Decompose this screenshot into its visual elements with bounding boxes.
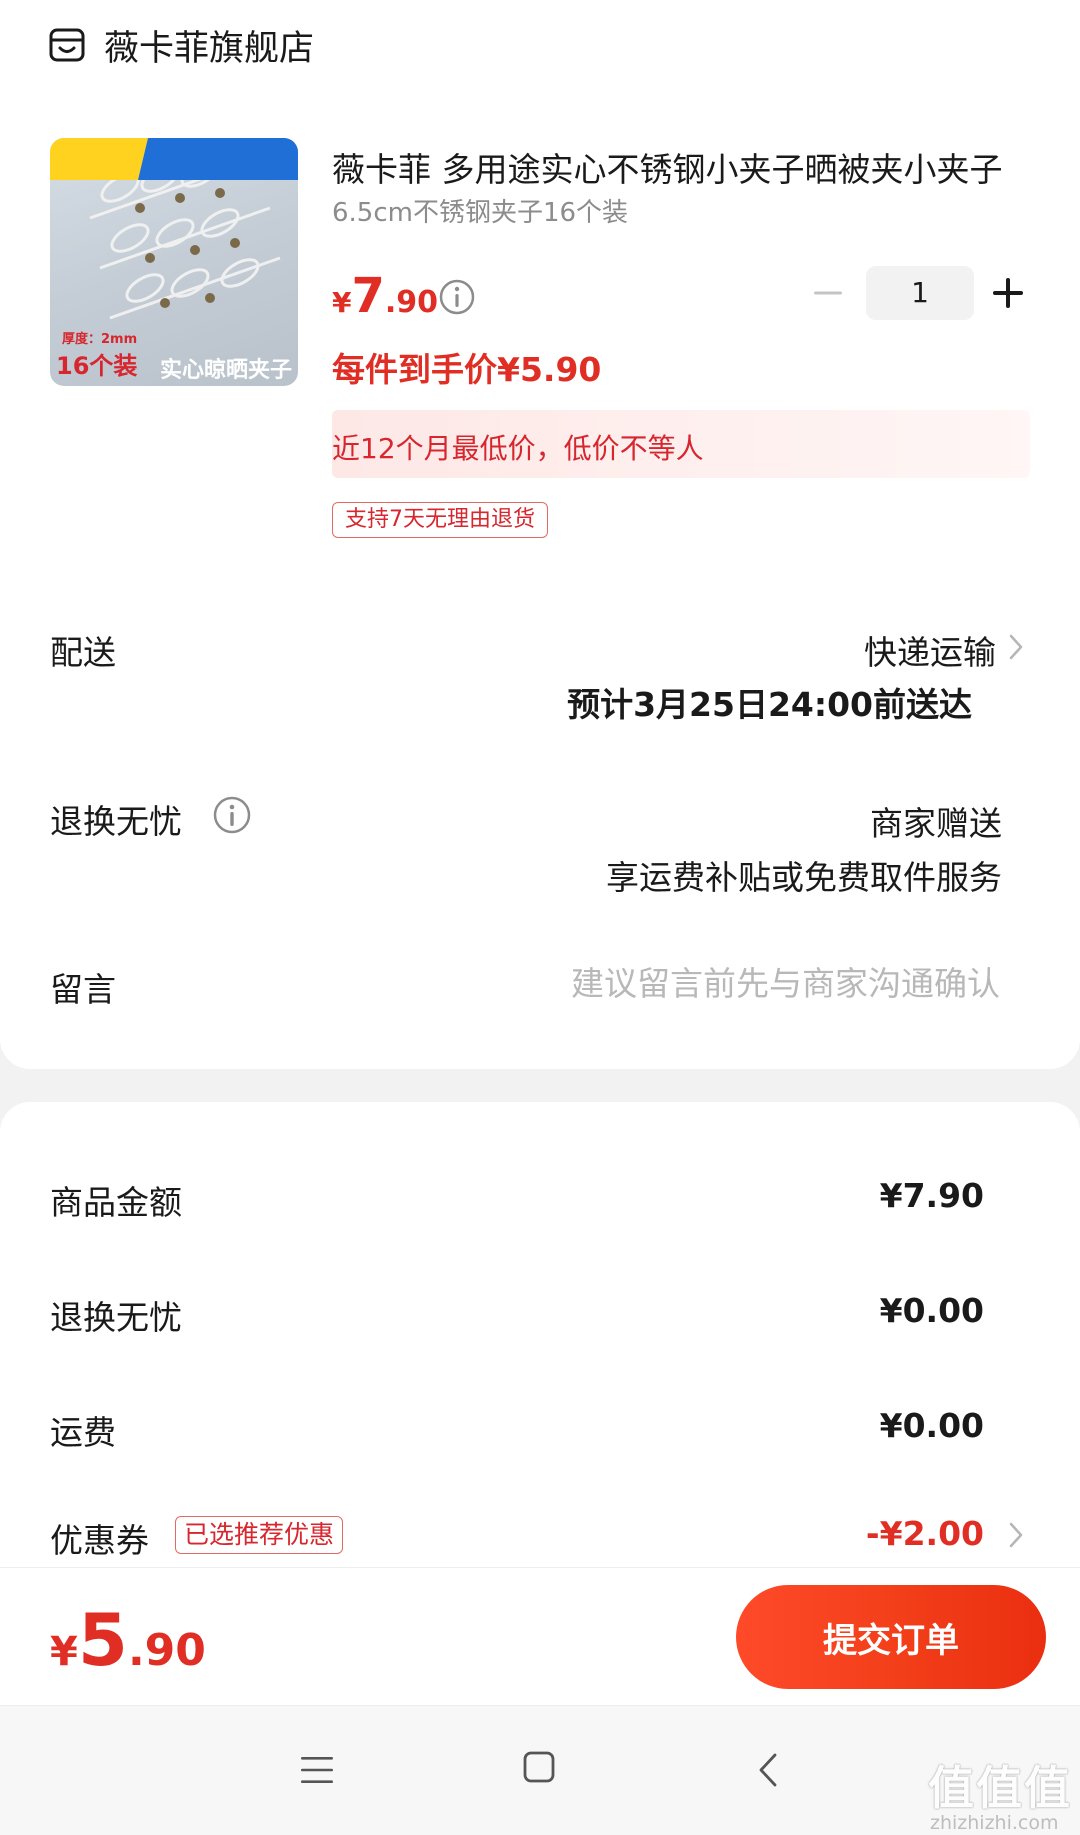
goods-amount-value: ¥7.90 <box>879 1176 984 1215</box>
coupon-value[interactable]: -¥2.00 <box>866 1514 984 1553</box>
submit-order-button[interactable]: 提交订单 <box>736 1585 1046 1689</box>
coupon-selected-badge: 已选推荐优惠 <box>175 1516 344 1554</box>
back-icon[interactable] <box>754 1750 782 1790</box>
lowest-price-banner: 近12个月最低价，低价不等人 <box>332 410 1030 478</box>
shipping-fee-label: 运费 <box>50 1413 116 1452</box>
product-image[interactable]: 厚度：2mm 16个装 实心晾晒夹子 <box>50 138 298 386</box>
image-thickness-label: 厚度：2mm <box>62 332 138 347</box>
price-decimal: .90 <box>384 285 439 320</box>
delivery-label: 配送 <box>50 633 116 672</box>
return-service-label: 退换无忧 <box>50 802 182 841</box>
coupon-label: 优惠券 <box>50 1521 149 1560</box>
product-spec[interactable]: 6.5cm不锈钢夹子16个装 <box>332 192 628 229</box>
watermark: 值值值 zhizhizhi.com <box>928 1752 1072 1834</box>
menu-icon[interactable] <box>297 1752 337 1788</box>
lowest-price-text: 近12个月最低价，低价不等人 <box>332 432 704 465</box>
total-integer: 5 <box>77 1598 128 1682</box>
delivery-method[interactable]: 快递运输 <box>864 626 996 674</box>
return-fee-label: 退换无忧 <box>50 1298 182 1337</box>
return-policy-badge: 支持7天无理由退货 <box>332 502 548 538</box>
message-input[interactable] <box>460 957 1000 1009</box>
shipping-fee-value: ¥0.00 <box>879 1406 984 1445</box>
price-integer: 7 <box>351 268 385 324</box>
message-label: 留言 <box>50 970 116 1009</box>
price-info-icon[interactable] <box>438 278 476 316</box>
quantity-increase-button[interactable] <box>990 275 1026 311</box>
total-symbol: ¥ <box>50 1629 78 1675</box>
chevron-right-icon[interactable] <box>1005 630 1027 664</box>
unit-price: ¥ 7 .90 <box>332 268 438 324</box>
return-service-detail: 享运费补贴或免费取件服务 <box>606 858 1002 897</box>
quantity-decrease-button[interactable] <box>810 275 846 311</box>
return-fee-value: ¥0.00 <box>879 1291 984 1330</box>
checkout-bar: ¥ 5 .90 提交订单 <box>0 1567 1080 1705</box>
return-info-icon[interactable] <box>212 795 252 835</box>
image-badge-banner <box>50 138 298 180</box>
order-item-card: 薇卡菲旗舰店 厚度：2mm 16个装 实心晾晒夹子 薇卡菲 多用途实心不锈钢小夹… <box>0 0 1080 1069</box>
image-count-badge: 16个装 <box>56 352 138 380</box>
watermark-logo: 值值值 <box>928 1761 1072 1815</box>
return-service-value: 商家赠送 <box>870 804 1002 843</box>
store-name: 薇卡菲旗舰店 <box>104 28 315 69</box>
total-decimal: .90 <box>127 1625 206 1676</box>
final-price-per-item: 每件到手价¥5.90 <box>332 350 602 389</box>
system-nav-bar <box>0 1705 1080 1835</box>
home-icon[interactable] <box>522 1750 556 1784</box>
goods-amount-label: 商品金额 <box>50 1183 182 1222</box>
delivery-eta: 预计3月25日24:00前送达 <box>567 685 972 724</box>
quantity-value[interactable]: 1 <box>866 266 974 320</box>
total-price: ¥ 5 .90 <box>50 1598 206 1682</box>
chevron-right-icon[interactable] <box>1005 1518 1027 1552</box>
price-symbol: ¥ <box>332 286 352 319</box>
image-tag-badge: 实心晾晒夹子 <box>160 358 293 383</box>
product-title[interactable]: 薇卡菲 多用途实心不锈钢小夹子晒被夹小夹子 <box>332 143 1032 191</box>
store-icon <box>49 28 85 62</box>
store-row[interactable]: 薇卡菲旗舰店 <box>48 20 314 70</box>
watermark-url: zhizhizhi.com <box>930 1812 1059 1834</box>
